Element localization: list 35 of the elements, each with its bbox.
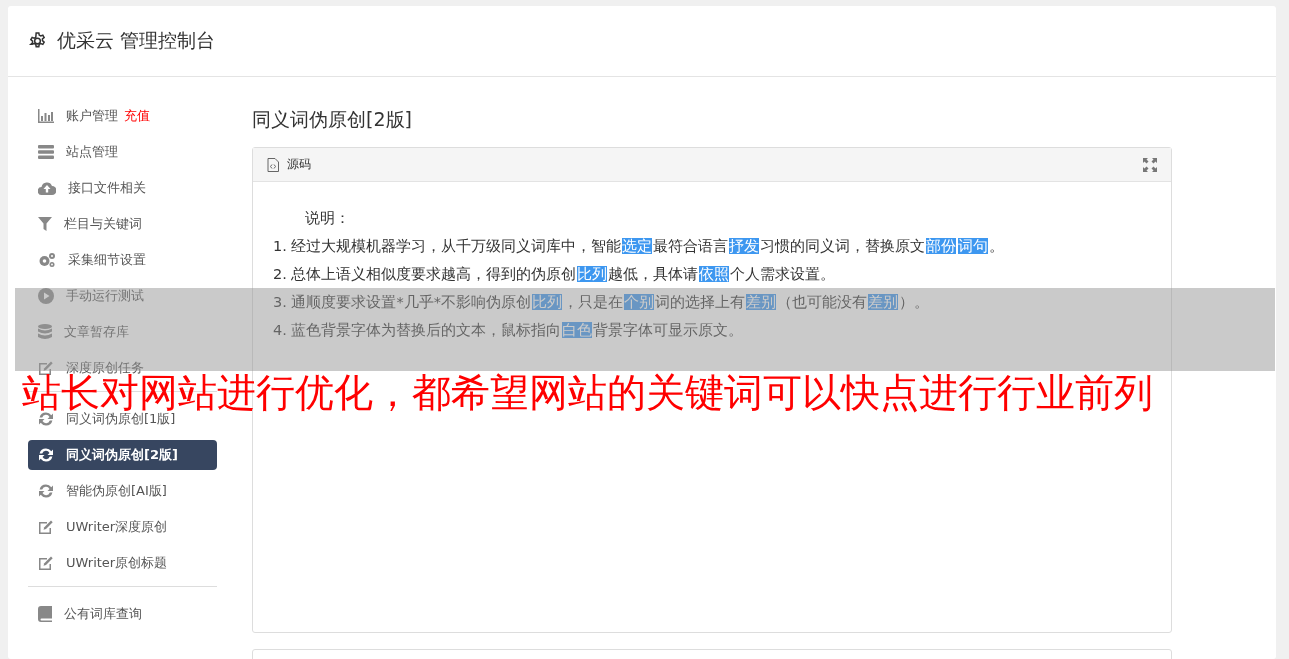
edit-icon <box>38 360 54 376</box>
database-icon <box>38 324 52 340</box>
sidebar-item[interactable]: 栏目与关键词 <box>28 209 217 239</box>
edit-icon <box>38 555 54 571</box>
refresh-icon <box>38 483 54 499</box>
sidebar-item[interactable]: 采集细节设置 <box>28 245 217 275</box>
server-icon <box>38 145 54 159</box>
app-title: 优采云 管理控制台 <box>57 28 216 53</box>
bar-chart-icon <box>38 109 54 123</box>
panel-title: 源码 <box>287 156 311 173</box>
refresh-icon <box>38 411 54 427</box>
sidebar-item[interactable]: 公有词库查询 <box>28 599 217 629</box>
sidebar-item[interactable]: 智能伪原创[AI版] <box>28 476 217 506</box>
instruction-line: 2. 总体上语义相似度要求越高，得到的伪原创 比列越低，具体请依照个人需求设置。 <box>273 265 837 284</box>
cloud-upload-icon <box>38 181 56 195</box>
book-icon <box>38 606 52 622</box>
sidebar-item[interactable]: UWriter原创标题 <box>28 548 217 578</box>
gears-icon <box>38 252 56 268</box>
instruction-line: 3. 通顺度要求设置*几乎*不影响伪原创 比列，只是在个别词的选择上有差别（也可能没有差别）。 <box>273 293 930 312</box>
sidebar-item[interactable]: 同义词伪原创[2版] <box>28 440 217 470</box>
sidebar-item[interactable]: 账户管理 充值 <box>28 101 217 131</box>
sidebar-item[interactable]: 站点管理 <box>28 137 217 167</box>
code-file-icon <box>267 157 279 172</box>
sidebar-item[interactable]: 接口文件相关 <box>28 173 217 203</box>
intro-label: 说明： <box>304 209 351 228</box>
recharge-link[interactable]: 充值 <box>124 108 150 123</box>
instruction-line: 1. 经过大规模机器学习，从千万级同义词库中，智能选定最符合语言抒发习惯的同义词，替换原文部份词句。 <box>273 237 1006 256</box>
refresh-icon <box>38 447 54 463</box>
filter-icon <box>38 217 52 231</box>
instruction-line: 4. 蓝色背景字体为替换后的文本，鼠标指向 白色背景字体可显示原文。 <box>273 321 745 340</box>
edit-icon <box>38 519 54 535</box>
fullscreen-icon[interactable] <box>1143 157 1157 172</box>
play-icon <box>38 288 54 304</box>
page-title: 同义词伪原创[2版] <box>252 107 413 132</box>
sidebar-item[interactable]: UWriter深度原创 <box>28 512 217 542</box>
